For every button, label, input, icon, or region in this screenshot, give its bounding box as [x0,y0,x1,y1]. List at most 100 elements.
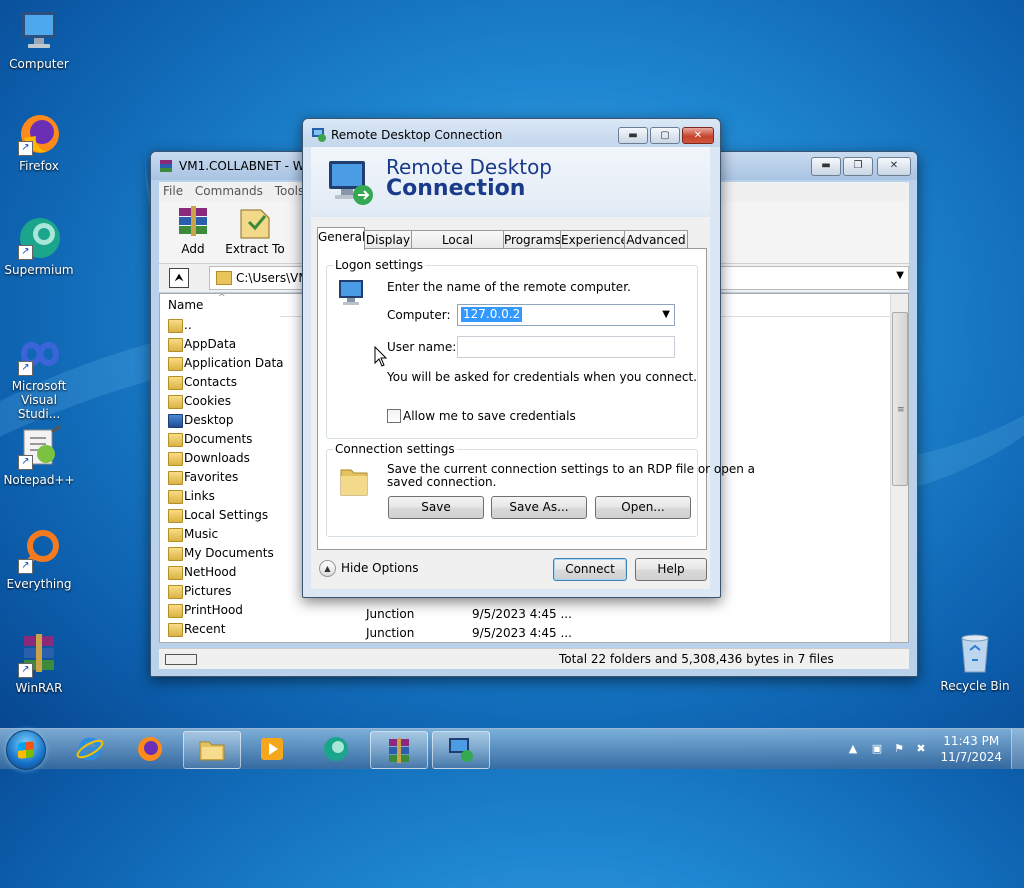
taskbar-file-explorer[interactable] [183,731,241,769]
connect-button[interactable]: Connect [553,558,627,581]
instruction-text: Enter the name of the remote computer. [387,280,631,294]
list-item[interactable]: Downloads [160,449,280,468]
connection-settings-group: Connection settings Save the current con… [326,442,755,537]
file-name: Cookies [184,394,231,408]
list-item[interactable]: PrintHood [160,601,280,620]
minimize-button[interactable]: ▬ [618,127,648,144]
list-item[interactable]: Cookies [160,392,280,411]
open-button[interactable]: Open... [595,496,691,519]
taskbar-remote-desktop[interactable] [432,731,490,769]
winrar-icon [389,738,409,763]
everything-icon: ↗ [16,528,62,574]
desktop-icon-firefox[interactable]: ↗ Firefox [0,110,78,173]
desktop-icon-everything[interactable]: ↗ Everything [0,528,78,591]
connection-desc-line2: saved connection. [387,475,497,489]
restore-button[interactable]: ❐ [843,157,873,176]
save-button[interactable]: Save [388,496,484,519]
list-item[interactable]: Contacts [160,373,280,392]
extract-to-button[interactable]: Extract To [223,204,287,256]
folder-icon [340,469,368,496]
minimize-button[interactable]: ▬ [811,157,841,176]
desktop-icon-computer[interactable]: Computer [0,8,78,71]
remote-desktop-window[interactable]: Remote Desktop Connection ▬ ▢ ✕ Remote D… [302,118,755,598]
rdp-body: General Display Local Resources Programs… [311,217,755,589]
list-item[interactable]: Music [160,525,280,544]
windows-logo-icon [18,741,34,759]
list-item[interactable]: Local Settings [160,506,280,525]
network-icon[interactable]: ▣ [870,742,884,756]
list-item[interactable]: Favorites [160,468,280,487]
tab-experience[interactable]: Experience [560,230,628,249]
list-item[interactable]: Desktop [160,411,280,430]
vertical-scrollbar[interactable]: ≡ [890,294,908,642]
allow-save-credentials-checkbox[interactable] [387,409,401,423]
computer-combobox[interactable]: 127.0.0.2 ▼ [457,304,675,326]
file-name: .. [184,318,192,332]
chevron-up-icon: ▲ [319,560,336,577]
window-title: Remote Desktop Connection [331,128,503,142]
list-item[interactable]: Links [160,487,280,506]
start-button[interactable] [6,730,46,770]
list-item[interactable]: Documents [160,430,280,449]
taskbar-firefox[interactable] [122,731,178,767]
firefox-icon: ↗ [16,110,62,156]
rdp-titlebar[interactable]: Remote Desktop Connection ▬ ▢ ✕ [303,119,720,147]
visual-studio-icon: ↗ [16,330,62,376]
close-button[interactable]: ✕ [877,157,911,176]
desktop-icon-label: Visual Studi... [17,393,61,421]
taskbar-supermium[interactable] [308,731,364,767]
desktop-icon-label: Computer [9,57,69,71]
action-center-flag-icon[interactable]: ⚑ [892,742,906,756]
desktop-icon-winrar[interactable]: ↗ WinRAR [0,632,78,695]
folder-icon [168,528,183,542]
close-button[interactable]: ✕ [682,127,714,144]
save-as-button[interactable]: Save As... [491,496,587,519]
list-item[interactable]: Pictures [160,582,280,601]
menu-commands[interactable]: Commands [195,184,263,198]
username-field[interactable] [457,336,675,358]
list-item[interactable]: .. [160,316,280,335]
chevron-down-icon[interactable]: ▼ [662,309,670,320]
chevron-down-icon[interactable]: ▼ [896,270,904,281]
tab-programs[interactable]: Programs [503,230,561,249]
clock[interactable]: 11:43 PM 11/7/2024 [940,733,1002,765]
scrollbar-thumb[interactable]: ≡ [892,312,908,486]
list-item[interactable]: Recent [160,620,280,639]
tab-display[interactable]: Display [364,230,412,249]
taskbar-media-player[interactable] [244,731,300,767]
desktop-icon-recycle-bin[interactable]: Recycle Bin [936,630,1014,693]
tab-general[interactable]: General [317,227,365,250]
desktop-icon-supermium[interactable]: ↗ Supermium [0,214,78,277]
list-item[interactable]: NetHood [160,563,280,582]
address-text: C:\Users\VM [236,271,309,285]
computer-icon [16,8,62,54]
folder-icon [168,585,183,599]
recycle-bin-icon [952,630,998,676]
allow-save-credentials-label[interactable]: Allow me to save credentials [403,409,576,423]
list-item[interactable]: AppData [160,335,280,354]
list-item[interactable]: Application Data [160,354,284,373]
menu-tools[interactable]: Tools [275,184,305,198]
folder-icon [168,566,183,580]
tab-local-resources[interactable]: Local Resources [411,230,504,265]
menu-file[interactable]: File [163,184,183,198]
add-button[interactable]: Add [163,204,223,256]
volume-muted-icon[interactable]: ✖ [914,742,928,756]
maximize-button[interactable]: ▢ [650,127,680,144]
show-desktop-button[interactable] [1011,729,1024,769]
desktop-icon-visual-studio[interactable]: ↗ Microsoft Visual Studi... [0,330,78,421]
desktop-icon-label: WinRAR [15,681,63,695]
banner-title-line2: Connection [386,176,526,201]
remote-desktop-icon [312,128,326,142]
drive-icon [165,654,197,665]
file-name: PrintHood [184,603,243,617]
taskbar-internet-explorer[interactable] [62,731,118,767]
file-name: Recent [184,622,226,636]
desktop-icon-notepadpp[interactable]: ↗ Notepad++ [0,424,78,487]
up-folder-button[interactable]: ⮝ [169,268,189,288]
show-hidden-icons-button[interactable]: ▲ [846,742,860,756]
list-item[interactable]: My Documents [160,544,280,563]
help-button[interactable]: Help [635,558,707,581]
taskbar-winrar[interactable] [370,731,428,769]
tab-advanced[interactable]: Advanced [624,230,688,249]
